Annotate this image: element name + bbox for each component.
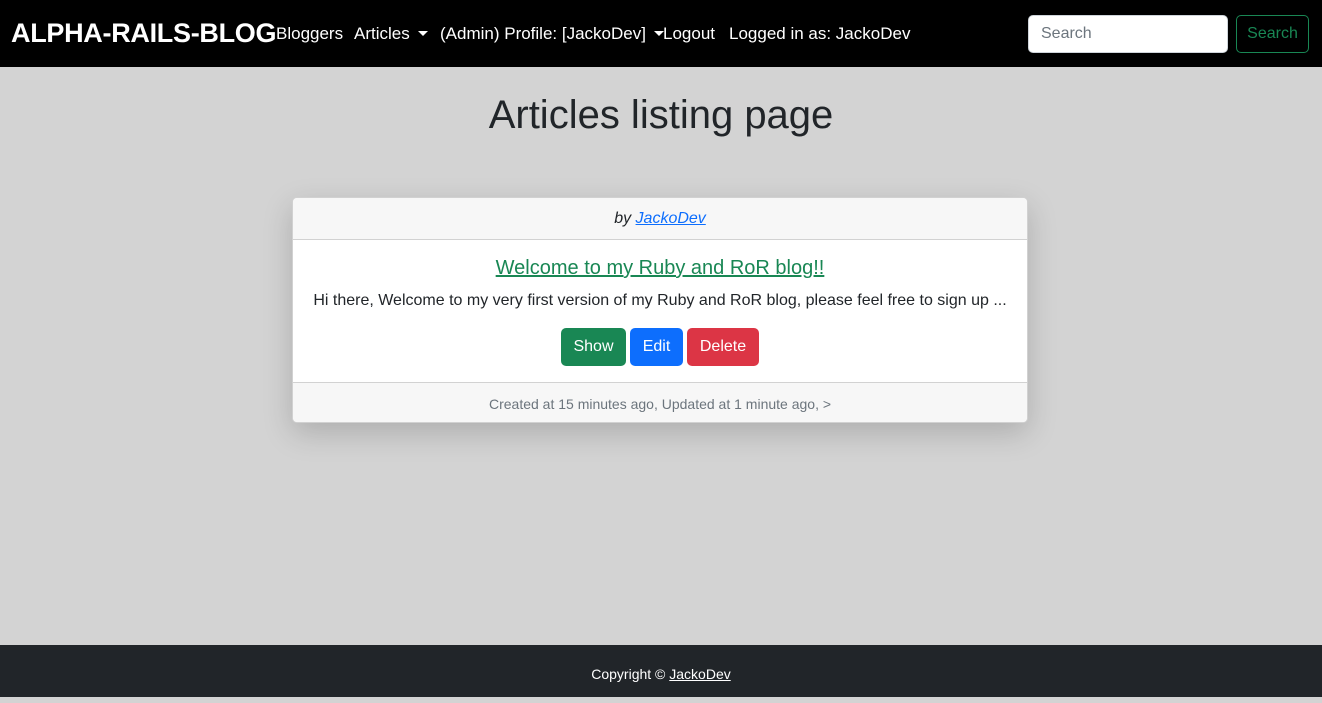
nav-bloggers-link[interactable]: Bloggers: [276, 24, 343, 44]
page-title: Articles listing page: [488, 93, 834, 137]
logged-in-status: Logged in as: JackoDev: [729, 24, 911, 43]
article-title: Welcome to my Ruby and RoR blog!!: [293, 257, 1027, 280]
delete-button[interactable]: Delete: [687, 328, 759, 366]
article-card-body: Welcome to my Ruby and RoR blog!! Hi the…: [293, 240, 1027, 382]
nav-profile-dropdown[interactable]: (Admin) Profile: [JackoDev]: [440, 24, 664, 44]
nav-profile-label: (Admin) Profile: [JackoDev]: [440, 24, 646, 43]
search-button[interactable]: Search: [1236, 15, 1309, 53]
brand-logo-link[interactable]: ALPHA-RAILS-BLOG: [11, 18, 276, 49]
article-meta: Created at 15 minutes ago, Updated at 1 …: [293, 382, 1027, 422]
footer-author-link[interactable]: JackoDev: [669, 666, 730, 682]
top-navbar: ALPHA-RAILS-BLOG Bloggers Articles (Admi…: [0, 0, 1322, 67]
search-input[interactable]: [1028, 15, 1228, 53]
show-button[interactable]: Show: [561, 328, 626, 366]
nav-logout-link[interactable]: Logout: [663, 24, 715, 44]
page-footer: Copyright © JackoDev: [0, 645, 1322, 697]
by-label: by: [614, 210, 632, 227]
copyright-text: Copyright ©: [591, 666, 666, 682]
nav-articles-dropdown[interactable]: Articles: [354, 24, 428, 44]
article-card-header: by JackoDev: [293, 198, 1027, 240]
article-card: by JackoDev Welcome to my Ruby and RoR b…: [292, 197, 1028, 423]
chevron-down-icon: [417, 31, 428, 36]
article-excerpt: Hi there, Welcome to my very first versi…: [313, 292, 1007, 309]
article-title-link[interactable]: Welcome to my Ruby and RoR blog!!: [496, 257, 825, 279]
article-author-link[interactable]: JackoDev: [636, 210, 706, 227]
nav-articles-label: Articles: [354, 24, 410, 43]
edit-button[interactable]: Edit: [630, 328, 683, 366]
